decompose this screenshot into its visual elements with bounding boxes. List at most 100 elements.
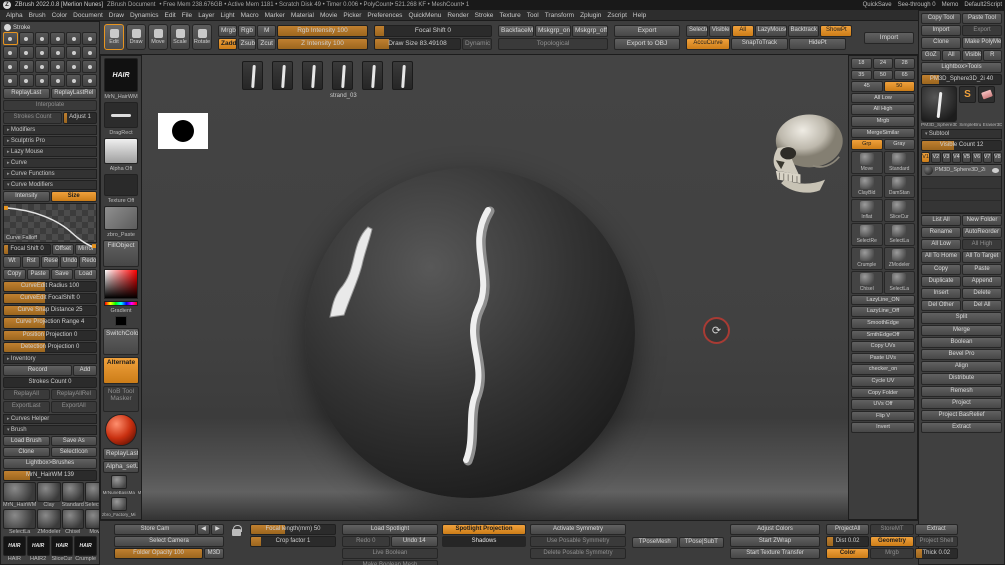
gyro-mode-button[interactable]: Move	[148, 24, 168, 50]
tool-action-button[interactable]: Paste Tool	[962, 13, 1002, 25]
subtool-action-button[interactable]: Copy	[921, 263, 961, 275]
simplebrush-thumbnail[interactable]: S	[959, 86, 976, 104]
start-zwrap-button[interactable]: Start ZWrap	[730, 536, 820, 547]
crop-factor-slider[interactable]: Crop factor 1	[250, 536, 336, 547]
menu-item[interactable]: Texture	[499, 12, 520, 19]
start-texture-transfer-button[interactable]: Start Texture Transfer	[730, 548, 820, 559]
topological-toggle[interactable]: Topological	[498, 38, 608, 50]
paint-mode-button[interactable]: Mrgb	[218, 25, 237, 37]
subtool-op-button[interactable]: Distribute	[921, 373, 1002, 385]
brush-file-button[interactable]: Clone	[3, 446, 50, 457]
stroke-type-icon[interactable]	[3, 32, 18, 45]
stroke-type-icon[interactable]	[18, 60, 34, 73]
current-brush-thumbnail[interactable]: HAIR	[104, 58, 138, 92]
z-intensity-slider[interactable]: Z Intensity 100	[277, 38, 368, 50]
stroke-option-button[interactable]: Backtrack	[787, 25, 820, 37]
brush-thumbnail[interactable]: HAIR2	[26, 536, 50, 562]
stroke-type-icon[interactable]	[18, 74, 34, 87]
grp-button[interactable]: Grp	[851, 139, 883, 150]
export-strokes-button[interactable]: ExportAll	[50, 401, 97, 413]
titlebar-button[interactable]: Default2Script	[964, 2, 1002, 8]
current-brush-slider[interactable]: MrN_HairWM 139	[3, 469, 97, 481]
menu-item[interactable]: Draw	[109, 12, 124, 19]
mrgb-toggle[interactable]: Mrgb	[870, 548, 914, 559]
stroke-type-icon[interactable]	[82, 60, 97, 73]
palette-section-header[interactable]: Curve Functions	[3, 168, 97, 179]
folder-opacity-slider[interactable]: Folder Opacity 100	[114, 548, 203, 559]
subtool-action-button[interactable]: All To Target	[962, 251, 1002, 263]
size-toggle[interactable]: Size	[50, 190, 97, 202]
menu-item[interactable]: Help	[633, 12, 646, 19]
replay-all-button[interactable]: ReplayAllRel	[50, 389, 97, 401]
curves-helper-header[interactable]: Curves Helper	[3, 413, 97, 424]
brush-header[interactable]: Brush	[3, 424, 97, 435]
brush-preset-button[interactable]: Move	[851, 150, 883, 174]
titlebar-button[interactable]: Memo	[942, 2, 959, 8]
focal-preset-button[interactable]: 35	[851, 69, 872, 81]
tool-action-button[interactable]: Clone	[921, 37, 961, 49]
stroke-type-icon[interactable]	[66, 60, 82, 73]
subtool-action-button[interactable]: Del Other	[921, 300, 961, 312]
stroke-option-button[interactable]: ShowPt	[820, 25, 853, 37]
menu-item[interactable]: File	[182, 12, 192, 19]
curve-file-button[interactable]: Paste	[26, 268, 50, 280]
menu-item[interactable]: Alpha	[6, 12, 23, 19]
brush-preset-button[interactable]: ClayBld	[851, 174, 883, 198]
lock-icon[interactable]	[232, 525, 242, 536]
stroke-type-icon[interactable]	[50, 32, 66, 45]
titlebar-button[interactable]: QuickSave	[863, 2, 892, 8]
focal-preset-button[interactable]: 18	[851, 58, 872, 69]
paint-mode-button[interactable]: Rgb	[237, 25, 257, 37]
brush-preset-button[interactable]: Standard	[883, 150, 915, 174]
lazyline-button[interactable]: SmoothEdge	[851, 317, 915, 329]
subtool-action-button[interactable]: Insert	[921, 288, 961, 300]
import-button[interactable]: Import	[864, 31, 914, 44]
stroke-type-icon[interactable]	[3, 60, 18, 73]
eye-icon[interactable]	[992, 167, 999, 173]
stroke-type-icon[interactable]	[82, 46, 97, 59]
gyro-mode-button[interactable]: Draw	[126, 24, 146, 50]
subtool-view-tab[interactable]: V7	[982, 152, 992, 163]
shelf-action-button[interactable]: MergeSimilar	[851, 127, 915, 139]
subtool-action-button[interactable]: AutoReorder	[962, 227, 1002, 239]
palette-section-header[interactable]: Sculptris Pro	[3, 135, 97, 146]
focal-shift-slider[interactable]: Focal Shift 0	[374, 25, 492, 37]
focal-preset-button[interactable]: 50	[872, 69, 894, 81]
menu-item[interactable]: Color	[52, 12, 68, 19]
subtool-action-button[interactable]: Append	[962, 275, 1002, 288]
subtool-action-button[interactable]: Duplicate	[921, 275, 961, 288]
uv-action-button[interactable]: checker_on	[851, 364, 915, 375]
subtool-op-button[interactable]: Bevel Pro	[921, 348, 1002, 361]
palette-section-header[interactable]: Curve	[3, 157, 97, 168]
activate-symmetry-button[interactable]: Activate Symmetry	[530, 524, 626, 535]
stroke-type-icon[interactable]	[82, 32, 97, 45]
menu-item[interactable]: QuickMenu	[408, 12, 441, 19]
tool-action-button[interactable]: Make PolyMesh3D	[962, 37, 1002, 49]
curve-edit-button[interactable]: Wt	[3, 256, 21, 268]
brush-thumbnail[interactable]: Chisel	[61, 509, 84, 535]
draw-size-slider[interactable]: Draw Size 83.49108	[374, 38, 461, 50]
menu-item[interactable]: Document	[73, 12, 103, 19]
sculpt-mode-button[interactable]: Zcut	[257, 38, 277, 50]
alpha-thumbnail[interactable]	[104, 138, 138, 164]
select-camera-button[interactable]: Select Camera	[114, 536, 224, 547]
paste-thumbnail[interactable]	[104, 206, 138, 230]
dist-slider[interactable]: Dist 0.02	[826, 536, 870, 547]
stroke-type-icon[interactable]	[18, 32, 34, 45]
brush-preview-thumbnail[interactable]	[272, 61, 293, 90]
live-boolean-toggle[interactable]: Live Boolean	[342, 548, 438, 559]
mask-option-button[interactable]: Mskgrp_on	[535, 25, 571, 37]
shelf-action-button[interactable]: All Low	[851, 92, 915, 104]
stroke-type-icon[interactable]	[3, 46, 18, 59]
subtool-list-item[interactable]	[922, 201, 1001, 213]
tpose-subt-button[interactable]: TPose|SubT	[678, 537, 724, 548]
stroke-type-icon[interactable]	[50, 74, 66, 87]
lazyline-button[interactable]: SmthEdgeOff	[851, 329, 915, 341]
record-button[interactable]: Record	[3, 364, 72, 377]
brush-thumbnail[interactable]: Standard	[61, 482, 84, 508]
palette-section-header[interactable]: Modifiers	[3, 124, 97, 135]
tool-masker-button[interactable]: NoB Tool Masker	[103, 385, 139, 413]
export-obj-button[interactable]: Export to OBJ	[614, 38, 680, 50]
stroke-type-icon[interactable]	[34, 46, 50, 59]
sculpt-mode-button[interactable]: Zadd	[218, 38, 237, 50]
